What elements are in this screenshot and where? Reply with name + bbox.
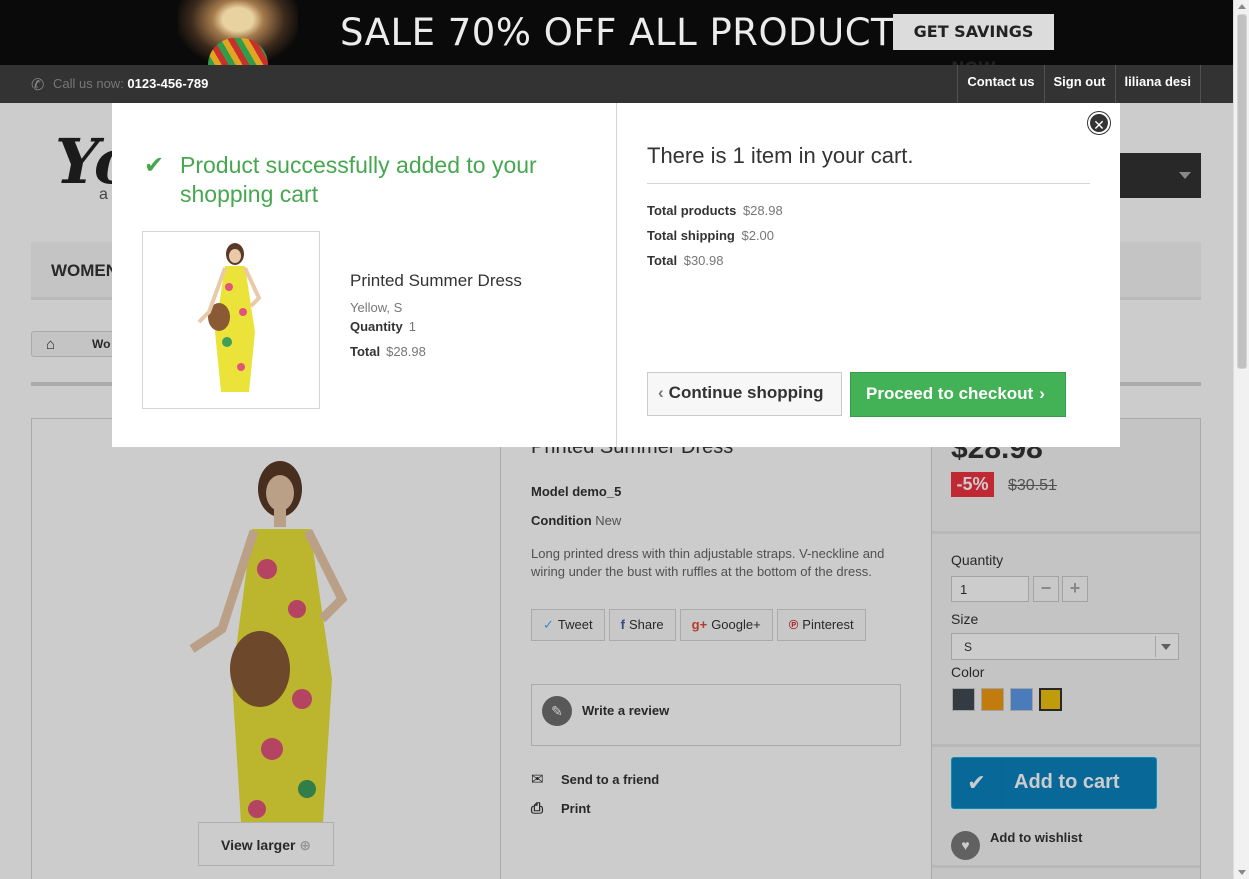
- phone-icon: ✆: [31, 77, 45, 94]
- cart-product-thumbnail: [142, 231, 320, 409]
- continue-shopping-label: Continue shopping: [668, 383, 824, 402]
- scrollbar-thumb[interactable]: [1237, 14, 1247, 369]
- divider: [647, 183, 1090, 184]
- call-us: ✆ Call us now: 0123-456-789: [31, 75, 209, 94]
- promo-banner[interactable]: SALE 70% OFF ALL PRODUCTS GET SAVINGS NO…: [0, 0, 1233, 65]
- cart-item-count: There is 1 item in your cart.: [647, 143, 914, 168]
- proceed-to-checkout-button[interactable]: Proceed to checkout ›: [850, 372, 1066, 417]
- total-shipping-row: Total shipping $2.00: [647, 228, 774, 243]
- contact-us-link[interactable]: Contact us: [957, 65, 1043, 103]
- scrollbar[interactable]: [1233, 0, 1249, 879]
- phone-number: 0123-456-789: [127, 76, 209, 91]
- modal-product-panel: ✔ Product successfully added to your sho…: [112, 103, 617, 447]
- total-products-value: $28.98: [742, 203, 783, 218]
- product-thumbnail-image: [197, 243, 262, 392]
- sign-out-link[interactable]: Sign out: [1043, 65, 1115, 103]
- success-message: ✔ Product successfully added to your sho…: [144, 151, 564, 209]
- cart-total-value: $30.98: [683, 253, 724, 268]
- cart-product-quantity: Quantity 1: [350, 319, 416, 334]
- cart-total-row: Total $30.98: [647, 253, 723, 268]
- chevron-right-icon: ›: [1039, 384, 1045, 403]
- cart-total-label: Total: [647, 253, 678, 268]
- account-link[interactable]: liliana desi: [1114, 65, 1201, 103]
- quantity-value: 1: [408, 319, 416, 334]
- close-icon[interactable]: ✕: [1088, 112, 1110, 134]
- continue-shopping-button[interactable]: ‹ Continue shopping: [647, 372, 842, 416]
- total-label: Total: [350, 344, 381, 359]
- cart-confirmation-modal: ✔ Product successfully added to your sho…: [112, 103, 1120, 447]
- proceed-checkout-label: Proceed to checkout: [866, 384, 1034, 403]
- quantity-label: Quantity: [350, 319, 403, 334]
- cart-product-attributes: Yellow, S: [350, 300, 403, 315]
- cart-product-total: Total $28.98: [350, 344, 426, 359]
- top-links: Contact us Sign out liliana desi: [957, 65, 1201, 103]
- total-shipping-value: $2.00: [741, 228, 775, 243]
- banner-headline: SALE 70% OFF ALL PRODUCTS: [340, 11, 919, 54]
- top-nav-bar: ✆ Call us now: 0123-456-789 Contact us Si…: [0, 65, 1233, 103]
- get-savings-button[interactable]: GET SAVINGS NOW: [893, 14, 1054, 65]
- cart-product-name: Printed Summer Dress: [350, 271, 522, 290]
- scroll-down-icon[interactable]: [1238, 870, 1246, 875]
- checkmark-icon: ✔: [144, 152, 165, 179]
- chevron-left-icon: ‹: [658, 383, 664, 402]
- total-products-row: Total products $28.98: [647, 203, 783, 218]
- total-value: $28.98: [386, 344, 426, 359]
- total-products-label: Total products: [647, 203, 737, 218]
- scroll-up-icon[interactable]: [1238, 4, 1246, 9]
- banner-model-image: [178, 0, 298, 65]
- call-us-label: Call us now:: [53, 76, 128, 91]
- success-text: Product successfully added to your shopp…: [180, 152, 537, 207]
- total-shipping-label: Total shipping: [647, 228, 735, 243]
